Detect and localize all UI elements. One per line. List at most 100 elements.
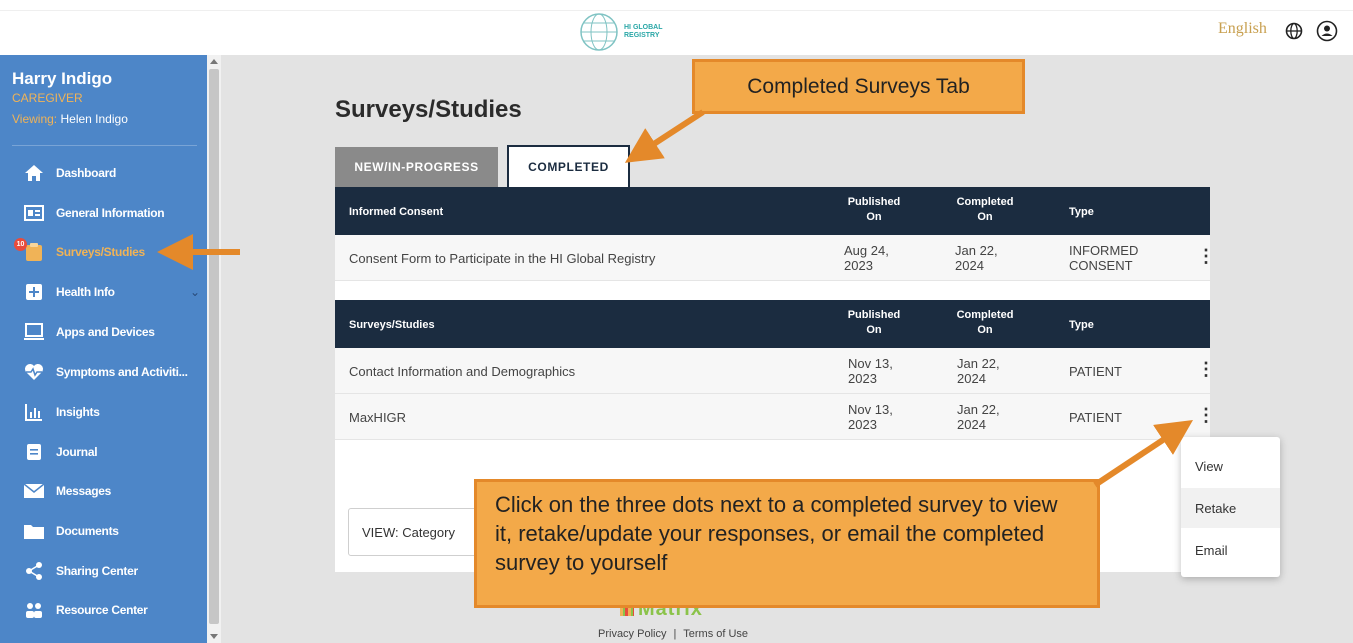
laptop-icon <box>24 322 44 342</box>
sidebar-item-label: Sharing Center <box>56 564 138 578</box>
sidebar-scrollbar[interactable] <box>207 55 221 643</box>
globe-logo-icon <box>580 13 618 51</box>
menu-item-email[interactable]: Email <box>1181 530 1280 570</box>
sidebar-item-label: Journal <box>56 445 98 459</box>
survey-type: PATIENT <box>1069 364 1122 379</box>
sidebar-item-insights[interactable]: Insights <box>0 397 207 427</box>
terms-of-use-link[interactable]: Terms of Use <box>683 628 748 640</box>
registry-logo[interactable]: HI GLOBAL REGISTRY <box>578 10 680 54</box>
user-name: Harry Indigo <box>12 69 113 88</box>
sidebar-item-label: Resource Center <box>56 603 148 617</box>
sidebar-item-surveys-studies[interactable]: 10 Surveys/Studies <box>0 237 207 267</box>
column-header-type: Type <box>1069 319 1094 331</box>
survey-name: MaxHIGR <box>349 410 407 425</box>
sidebar-item-sharing-center[interactable]: Sharing Center <box>0 556 207 586</box>
sidebar-item-label: Dashboard <box>56 166 116 180</box>
sidebar-item-label: Health Info <box>56 285 115 299</box>
logo-line2: REGISTRY <box>624 32 660 39</box>
column-header-section: Surveys/Studies <box>349 319 435 331</box>
sidebar-item-label: General Information <box>56 206 165 220</box>
column-header-completed: Completed On <box>956 196 1014 223</box>
table-row[interactable]: MaxHIGR Nov 13, 2023 Jan 22, 2024 PATIEN… <box>335 394 1215 440</box>
chevron-down-icon[interactable]: ⌄ <box>190 285 200 299</box>
logo-line1: HI GLOBAL <box>624 24 663 31</box>
scroll-up-arrow-icon[interactable] <box>210 59 218 64</box>
user-account-icon[interactable] <box>1316 20 1338 42</box>
bar-chart-icon <box>24 402 44 422</box>
sidebar-item-dashboard[interactable]: Dashboard <box>0 158 207 188</box>
sidebar-item-apps-devices[interactable]: Apps and Devices <box>0 317 207 347</box>
sidebar-item-label: Insights <box>56 405 100 419</box>
viewing-info[interactable]: Viewing: Helen Indigo <box>12 112 128 126</box>
view-category-select[interactable]: VIEW: Category <box>348 508 478 556</box>
id-card-icon <box>24 203 44 223</box>
sidebar-divider <box>12 145 197 146</box>
column-header-published: Published On <box>847 196 901 223</box>
menu-item-view[interactable]: View <box>1181 446 1280 486</box>
sidebar-item-label: Symptoms and Activiti... <box>56 365 188 379</box>
completed-date: Jan 22, 2024 <box>957 402 1000 432</box>
plus-square-icon <box>24 282 44 302</box>
published-date: Nov 13, 2023 <box>848 356 893 386</box>
heartbeat-icon <box>24 362 44 382</box>
envelope-icon <box>24 481 44 501</box>
menu-item-retake[interactable]: Retake <box>1181 488 1280 528</box>
row-context-menu: View Retake Email <box>1181 437 1280 577</box>
viewing-label: Viewing: <box>12 112 58 126</box>
sidebar-item-documents[interactable]: Documents <box>0 516 207 546</box>
sidebar-item-label: Documents <box>56 524 119 538</box>
globe-icon[interactable] <box>1285 22 1303 40</box>
sidebar-item-messages[interactable]: Messages <box>0 476 207 506</box>
completed-date: Jan 22, 2024 <box>957 356 1000 386</box>
published-date: Aug 24, 2023 <box>844 243 889 273</box>
tab-completed[interactable]: COMPLETED <box>507 145 630 187</box>
sidebar: Harry Indigo CAREGIVER Viewing: Helen In… <box>0 55 207 643</box>
sidebar-item-symptoms[interactable]: Symptoms and Activiti... <box>0 357 207 387</box>
survey-type: INFORMED CONSENT <box>1069 243 1139 273</box>
page-title: Surveys/Studies <box>335 96 522 123</box>
user-role: CAREGIVER <box>12 91 83 105</box>
callout-completed-tab: Completed Surveys Tab <box>692 59 1025 114</box>
callout-three-dots: Click on the three dots next to a comple… <box>474 479 1100 608</box>
sidebar-item-label: Apps and Devices <box>56 325 155 339</box>
top-bar: HI GLOBAL REGISTRY English <box>0 0 1353 55</box>
tab-new-in-progress[interactable]: NEW/IN-PROGRESS <box>335 147 498 187</box>
scrollbar-thumb[interactable] <box>209 69 219 624</box>
notification-badge: 10 <box>14 238 27 251</box>
privacy-policy-link[interactable]: Privacy Policy <box>598 628 666 640</box>
more-options-icon[interactable]: ⋮ <box>1197 405 1215 426</box>
table-row[interactable]: Consent Form to Participate in the HI Gl… <box>335 235 1215 281</box>
clipboard-icon <box>24 242 44 262</box>
sidebar-item-general-information[interactable]: General Information <box>0 198 207 228</box>
sidebar-item-health-info[interactable]: Health Info ⌄ <box>0 277 207 307</box>
surveys-table-header: Surveys/Studies Published On Completed O… <box>335 300 1210 348</box>
sidebar-item-journal[interactable]: Journal <box>0 437 207 467</box>
survey-name: Contact Information and Demographics <box>349 364 576 379</box>
survey-type: PATIENT <box>1069 410 1122 425</box>
more-options-icon[interactable]: ⋮ <box>1197 246 1215 267</box>
folder-icon <box>24 521 44 541</box>
home-icon <box>24 163 44 183</box>
scroll-down-arrow-icon[interactable] <box>210 634 218 639</box>
arrow-to-completed-tab <box>624 109 705 163</box>
sidebar-item-label: Messages <box>56 484 111 498</box>
viewing-name: Helen Indigo <box>60 112 128 126</box>
column-header-completed: Completed On <box>956 309 1014 336</box>
language-selector[interactable]: English <box>1218 20 1267 38</box>
survey-name: Consent Form to Participate in the HI Gl… <box>349 251 656 266</box>
logo-text: HI GLOBAL REGISTRY <box>624 24 663 40</box>
published-date: Nov 13, 2023 <box>848 402 893 432</box>
more-options-icon[interactable]: ⋮ <box>1197 359 1215 380</box>
people-icon <box>24 600 44 620</box>
view-select-value: VIEW: Category <box>362 525 455 540</box>
sidebar-item-label: Surveys/Studies <box>56 245 145 259</box>
journal-icon <box>24 442 44 462</box>
column-header-type: Type <box>1069 206 1094 218</box>
informed-consent-table-header: Informed Consent Published On Completed … <box>335 187 1210 235</box>
table-row[interactable]: Contact Information and Demographics Nov… <box>335 348 1215 394</box>
share-icon <box>24 561 44 581</box>
column-header-section: Informed Consent <box>349 206 444 218</box>
footer-links: Privacy Policy | Terms of Use <box>598 628 748 640</box>
footer-separator: | <box>673 628 677 640</box>
sidebar-item-resource-center[interactable]: Resource Center <box>0 595 207 625</box>
